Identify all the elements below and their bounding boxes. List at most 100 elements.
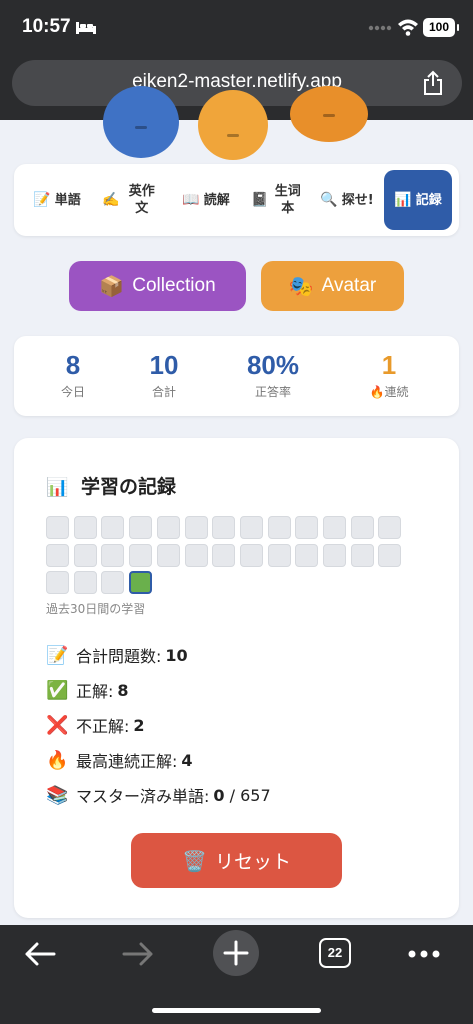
share-icon[interactable] (422, 70, 444, 96)
stat-label: 今日 (60, 385, 85, 399)
avatar-blob-dark-orange (290, 86, 368, 142)
line-value: 0 (213, 785, 225, 805)
tab-vocab-notebook[interactable]: 📓 生词本 (244, 170, 310, 230)
best-streak-line: 🔥 最高連続正解: 4 (46, 748, 193, 772)
tab-records[interactable]: 📊 記録 (384, 170, 452, 230)
stat-value: 8 (65, 350, 81, 380)
line-label: 合計問題数: (76, 647, 162, 666)
line-value: 2 (133, 715, 145, 735)
heatmap-day-cell (157, 516, 180, 539)
heatmap-caption: 過去30日間の学習 (46, 602, 146, 616)
books-icon: 📚 (46, 784, 69, 806)
forward-arrow-icon[interactable] (122, 941, 154, 967)
study-record-card: 📊 学習の記録 過去30日間の学習 📝 合計問題数: 10 ✅ 正解: 8 ❌ … (14, 438, 459, 918)
stats-summary-card: 8 今日 10 合計 80% 正答率 1 🔥連続 (14, 336, 459, 416)
heatmap-day-cell (46, 571, 69, 594)
heatmap-day-cell (268, 516, 291, 539)
tab-words[interactable]: 📝 単語 (22, 170, 92, 230)
heatmap-day-cell (212, 516, 235, 539)
line-value: 4 (181, 750, 193, 770)
tab-label: 単語 (54, 192, 81, 208)
avatar-blob-blue (103, 86, 179, 158)
heatmap-day-cell (351, 544, 374, 567)
heatmap-day-cell (74, 516, 97, 539)
trash-icon: 🗑️ (182, 848, 207, 873)
tab-switcher-button[interactable]: 22 (319, 938, 351, 968)
cross-mark-icon: ❌ (46, 714, 69, 736)
incorrect-line: ❌ 不正解: 2 (46, 713, 145, 737)
heatmap-day-cell (240, 516, 263, 539)
heatmap-day-cell (323, 544, 346, 567)
check-mark-icon: ✅ (46, 679, 69, 701)
stat-value: 80% (246, 350, 300, 380)
main-tab-nav: 📝 単語 ✍️ 英作文 📖 読解 📓 生词本 🔍 探せ! 📊 記録 (14, 164, 459, 236)
heatmap-day-cell (351, 516, 374, 539)
line-label: 不正解: (76, 717, 130, 736)
heatmap-day-cell (74, 571, 97, 594)
writing-hand-icon: ✍️ (102, 191, 120, 208)
masks-icon: 🎭 (288, 275, 314, 298)
collection-button[interactable]: 📦 Collection (69, 261, 246, 311)
tab-label: 生词本 (274, 184, 301, 216)
reset-button[interactable]: 🗑️ リセット (131, 833, 342, 888)
heatmap-day-cell (323, 516, 346, 539)
stat-value: 1 (381, 350, 397, 380)
line-label: マスター済み単語: (76, 787, 210, 806)
heatmap-day-cell (185, 516, 208, 539)
fire-icon: 🔥 (46, 749, 69, 771)
battery-indicator: 100 (423, 18, 459, 37)
tab-reading[interactable]: 📖 読解 (170, 170, 242, 230)
heatmap-day-cell (74, 544, 97, 567)
stat-label: 🔥連続 (369, 385, 409, 399)
heatmap-day-cell (240, 544, 263, 567)
stat-label: 合計 (151, 385, 176, 399)
stat-total: 10 合計 (114, 350, 214, 400)
total-questions-line: 📝 合計問題数: 10 (46, 643, 188, 667)
tab-label: 読解 (203, 192, 230, 208)
line-label: 正解: (76, 682, 114, 701)
collection-label: Collection (132, 275, 216, 296)
wifi-icon (398, 19, 418, 36)
stat-streak: 1 🔥連続 (339, 350, 439, 400)
line-value: 8 (117, 680, 129, 700)
record-heading: 📊 学習の記録 (46, 472, 176, 499)
bar-chart-icon: 📊 (46, 477, 69, 498)
stat-accuracy: 80% 正答率 (223, 350, 323, 400)
more-options-icon[interactable] (408, 950, 440, 958)
heatmap-day-cell (129, 544, 152, 567)
heatmap-day-cell (46, 516, 69, 539)
heatmap-day-cell (157, 544, 180, 567)
magnifier-icon: 🔍 (320, 191, 338, 208)
heatmap-day-cell (101, 544, 124, 567)
memo-icon: 📝 (46, 644, 69, 666)
sleep-focus-icon (76, 22, 96, 34)
heatmap-day-cell (101, 571, 124, 594)
line-value: 10 (165, 645, 188, 665)
heatmap-day-cell (101, 516, 124, 539)
heatmap-day-cell (378, 544, 401, 567)
tab-composition[interactable]: ✍️ 英作文 (94, 170, 168, 230)
heatmap-day-cell (268, 544, 291, 567)
stat-value: 10 (149, 350, 179, 380)
tab-label: 英作文 (128, 184, 155, 216)
notebook-icon: 📓 (251, 191, 269, 208)
heatmap-day-cell (295, 516, 318, 539)
back-arrow-icon[interactable] (24, 941, 56, 967)
home-indicator (152, 1008, 321, 1013)
package-icon: 📦 (99, 275, 125, 298)
open-book-icon: 📖 (182, 191, 200, 208)
bar-chart-icon: 📊 (394, 191, 412, 208)
mastered-words-line: 📚 マスター済み単語: 0 / 657 (46, 783, 271, 807)
heatmap-day-cell (129, 516, 152, 539)
new-tab-plus-icon[interactable] (213, 930, 259, 976)
tab-label: 記録 (415, 192, 442, 208)
heatmap-day-cell (295, 544, 318, 567)
stat-label: 正答率 (254, 385, 291, 399)
avatar-button[interactable]: 🎭 Avatar (261, 261, 404, 311)
avatar-label: Avatar (321, 275, 377, 296)
heatmap-day-cell (46, 544, 69, 567)
heatmap-day-cell (129, 571, 152, 594)
tab-search[interactable]: 🔍 探せ! (312, 170, 382, 230)
status-time: 10:57 (22, 16, 71, 37)
cellular-signal-icon (368, 25, 392, 31)
